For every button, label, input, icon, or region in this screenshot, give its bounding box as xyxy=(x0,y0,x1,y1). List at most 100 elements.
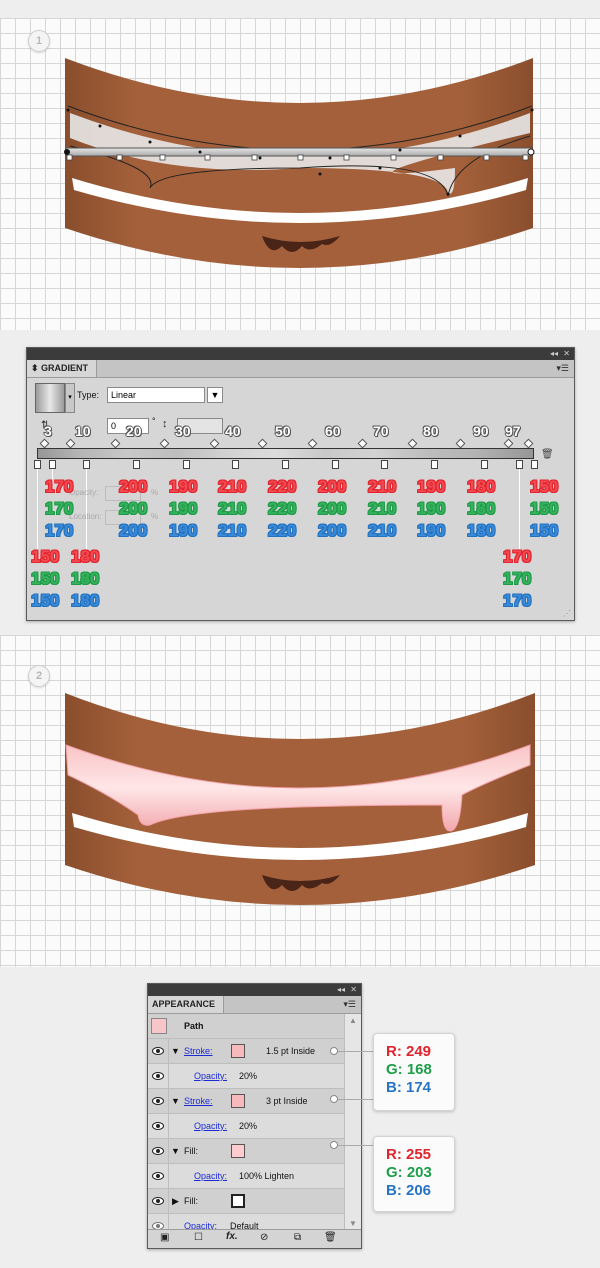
tab-gradient[interactable]: ⬍ GRADIENT xyxy=(27,360,98,377)
fill-row[interactable]: ▼ Fill: xyxy=(148,1139,344,1164)
expand-triangle-icon[interactable]: ▼ xyxy=(171,1139,180,1163)
color-stop[interactable] xyxy=(282,460,289,469)
midpoint-diamond[interactable] xyxy=(39,438,50,449)
opacity-row[interactable]: Opacity: 20% xyxy=(148,1064,344,1089)
cake-illustration-step-2 xyxy=(65,693,535,905)
expand-triangle-icon[interactable]: ▼ xyxy=(171,1039,180,1063)
opacity-row[interactable]: Opacity: 100% Lighten xyxy=(148,1164,344,1189)
eye-icon[interactable] xyxy=(148,1064,169,1088)
close-icon[interactable]: ✕ xyxy=(563,348,570,360)
midpoint-diamond[interactable] xyxy=(110,438,121,449)
rgb-column: 180 180 180 xyxy=(467,477,496,540)
color-stop[interactable] xyxy=(83,460,90,469)
dropdown-arrow-icon[interactable]: ▼ xyxy=(207,387,223,403)
callout-connector xyxy=(334,1051,374,1052)
color-stop[interactable] xyxy=(232,460,239,469)
eye-icon[interactable] xyxy=(148,1164,169,1188)
color-stop[interactable] xyxy=(516,460,523,469)
color-stop[interactable] xyxy=(34,460,41,469)
midpoint-diamond[interactable] xyxy=(159,438,170,449)
trash-icon[interactable]: 🗑 xyxy=(324,1232,337,1243)
stroke-swatch[interactable] xyxy=(231,1044,245,1058)
color-stop[interactable] xyxy=(481,460,488,469)
scroll-down-icon[interactable]: ▼ xyxy=(349,1219,357,1228)
midpoint-diamond[interactable] xyxy=(407,438,418,449)
callout-dot xyxy=(330,1047,338,1055)
gradient-slider[interactable] xyxy=(37,448,534,459)
eye-icon[interactable] xyxy=(148,1089,169,1113)
midpoint-diamond[interactable] xyxy=(455,438,466,449)
type-select[interactable]: Linear xyxy=(107,387,205,403)
eye-icon[interactable] xyxy=(148,1139,169,1163)
color-stop[interactable] xyxy=(133,460,140,469)
fill-label: Fill: xyxy=(184,1146,198,1156)
opacity-link[interactable]: Opacity: xyxy=(194,1114,227,1138)
collapsed-triangle-icon[interactable]: ▶ xyxy=(172,1189,179,1213)
color-stop[interactable] xyxy=(381,460,388,469)
opacity-link[interactable]: Opacity: xyxy=(194,1064,227,1088)
eye-icon[interactable] xyxy=(148,1114,169,1138)
callout-connector xyxy=(334,1099,374,1100)
rgb-column: 170 170 170 xyxy=(45,477,74,540)
resize-grip-icon[interactable]: ⋰ xyxy=(563,609,571,618)
duplicate-icon[interactable]: ⧉ xyxy=(294,1232,301,1243)
rgb-column: 190 190 190 xyxy=(169,477,198,540)
stroke-row[interactable]: ▼ Stroke: 1.5 pt Inside xyxy=(148,1039,344,1064)
panel-menu-icon[interactable]: ▾☰ xyxy=(343,999,356,1010)
close-icon[interactable]: ✕ xyxy=(350,984,357,996)
stroke-row[interactable]: ▼ Stroke: 3 pt Inside xyxy=(148,1089,344,1114)
fill-swatch[interactable] xyxy=(231,1194,245,1208)
expand-triangle-icon[interactable]: ▼ xyxy=(171,1089,180,1113)
opacity-percent: % xyxy=(151,488,159,497)
path-row[interactable]: Path xyxy=(148,1014,344,1039)
fx-icon[interactable]: fx. xyxy=(226,1231,238,1242)
scrollbar[interactable]: ▲ ▼ xyxy=(344,1014,361,1230)
stroke-link[interactable]: Stroke: xyxy=(184,1039,213,1063)
color-stop[interactable] xyxy=(431,460,438,469)
collapse-icon[interactable]: ◂◂ xyxy=(550,348,558,360)
scroll-up-icon[interactable]: ▲ xyxy=(349,1016,357,1025)
stroke-swatch[interactable] xyxy=(231,1094,245,1108)
fill-swatch[interactable] xyxy=(231,1144,245,1158)
tab-appearance[interactable]: APPEARANCE xyxy=(148,996,225,1013)
collapse-icon[interactable]: ◂◂ xyxy=(337,984,345,996)
eye-icon[interactable] xyxy=(148,1214,169,1230)
opacity-row[interactable]: Opacity: 20% xyxy=(148,1114,344,1139)
leader-line xyxy=(86,469,87,549)
add-new-stroke-icon[interactable]: ▣ xyxy=(160,1232,169,1243)
fill-row[interactable]: ▶ Fill: xyxy=(148,1189,344,1214)
midpoint-diamond[interactable] xyxy=(257,438,268,449)
leader-line xyxy=(37,469,38,549)
location-mark: 80 xyxy=(423,423,439,439)
callout-dot xyxy=(330,1095,338,1103)
midpoint-diamond[interactable] xyxy=(307,438,318,449)
midpoint-diamond[interactable] xyxy=(357,438,368,449)
location-mark: 60 xyxy=(325,423,341,439)
eye-icon[interactable] xyxy=(148,1189,169,1213)
panel-menu-icon[interactable]: ▾☰ xyxy=(556,363,569,374)
gradient-swatch[interactable] xyxy=(35,383,65,413)
midpoint-diamond[interactable] xyxy=(65,438,76,449)
midpoint-diamond[interactable] xyxy=(503,438,514,449)
midpoint-diamond[interactable] xyxy=(209,438,220,449)
color-stop[interactable] xyxy=(531,460,538,469)
stroke-link[interactable]: Stroke: xyxy=(184,1089,213,1113)
opacity-link[interactable]: Opacity: xyxy=(194,1164,227,1188)
opacity-link[interactable]: Opacity: xyxy=(184,1214,217,1230)
gradient-swatch-dropdown-icon[interactable]: ▾ xyxy=(65,383,75,413)
leader-line xyxy=(519,469,520,549)
opacity-row[interactable]: Opacity: Default xyxy=(148,1214,344,1230)
trash-icon[interactable]: 🗑 xyxy=(541,449,554,460)
color-stop[interactable] xyxy=(49,460,56,469)
aspect-ratio-icon: ↕ xyxy=(162,418,168,430)
midpoint-diamond[interactable] xyxy=(523,438,534,449)
location-mark: 97 xyxy=(505,423,521,439)
eye-icon[interactable] xyxy=(148,1039,169,1063)
clear-icon[interactable]: ⊘ xyxy=(260,1232,268,1243)
add-new-fill-icon[interactable]: ☐ xyxy=(194,1232,203,1243)
opacity-value: Default xyxy=(230,1221,259,1230)
color-stop[interactable] xyxy=(332,460,339,469)
color-stop[interactable] xyxy=(183,460,190,469)
bottom-toolbar: ▣ ☐ fx. ⊘ ⧉ 🗑 xyxy=(148,1229,361,1248)
location-mark: 20 xyxy=(126,423,142,439)
